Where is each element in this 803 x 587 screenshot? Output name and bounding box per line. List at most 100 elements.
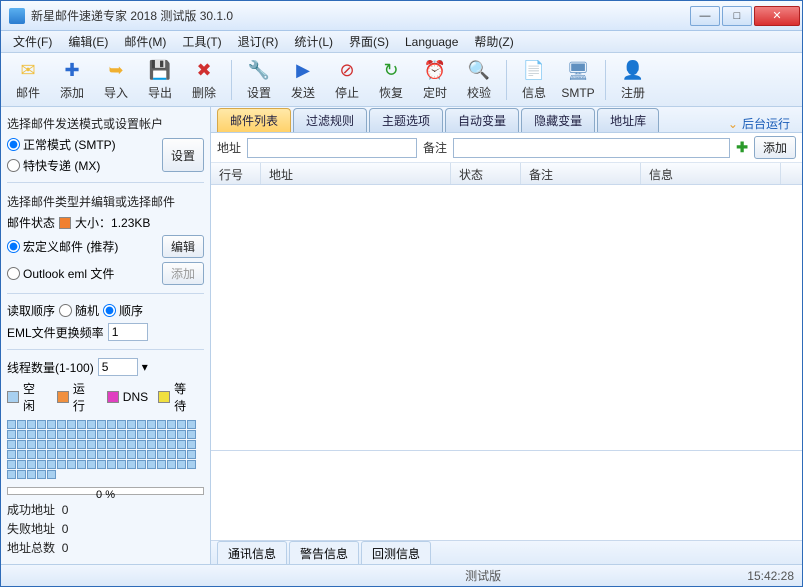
mode-title: 选择邮件发送模式或设置帐户: [7, 115, 204, 132]
timer-icon: ⏰: [423, 58, 447, 82]
menu-item[interactable]: 帮助(Z): [468, 31, 519, 52]
remark-label: 备注: [423, 139, 447, 156]
legend-swatch: [158, 391, 170, 403]
plus-icon[interactable]: ✚: [736, 139, 748, 156]
add-mail-button: 添加: [162, 262, 204, 285]
bottom-tabs: 通讯信息警告信息回测信息: [211, 540, 802, 564]
sidebar: 选择邮件发送模式或设置帐户 正常模式 (SMTP) 特快专递 (MX) 设置 选…: [1, 107, 211, 564]
radio-order-random[interactable]: 随机: [59, 302, 99, 319]
tab-0[interactable]: 邮件列表: [217, 108, 291, 132]
progress-bar: 0 %: [7, 487, 204, 495]
smtp-button[interactable]: 🖥SMTP: [559, 56, 597, 104]
close-button[interactable]: ✕: [754, 6, 800, 26]
tab-row: 邮件列表过滤规则主题选项自动变量隐藏变量地址库 ⌄ 后台运行: [211, 107, 802, 133]
chevron-down-icon: ⌄: [728, 117, 738, 131]
background-run-link[interactable]: ⌄ 后台运行: [728, 115, 790, 132]
minimize-button[interactable]: —: [690, 6, 720, 26]
address-input[interactable]: [247, 138, 417, 158]
column-header[interactable]: 备注: [521, 163, 641, 184]
read-order-label: 读取顺序: [7, 302, 55, 319]
timer-button[interactable]: ⏰定时: [416, 56, 454, 104]
verify-icon: 🔍: [467, 58, 491, 82]
app-window: 新星邮件速递专家 2018 测试版 30.1.0 — □ ✕ 文件(F)编辑(E…: [0, 0, 803, 587]
settings-icon: 🔧: [247, 58, 271, 82]
verify-button[interactable]: 🔍校验: [460, 56, 498, 104]
import-button[interactable]: ➥导入: [97, 56, 135, 104]
column-header[interactable]: 行号: [211, 163, 261, 184]
thread-count-input[interactable]: [98, 358, 138, 376]
radio-mode-mx[interactable]: 特快专递 (MX): [7, 157, 116, 174]
legend-swatch: [7, 391, 19, 403]
thread-dropdown-icon[interactable]: ▾: [142, 360, 148, 374]
resume-icon: ↻: [379, 58, 403, 82]
bottom-tab-0[interactable]: 通讯信息: [217, 541, 287, 565]
mail-icon: ✉: [16, 58, 40, 82]
window-title: 新星邮件速递专家 2018 测试版 30.1.0: [31, 7, 690, 24]
mail-status-icon: [59, 217, 71, 229]
resume-button[interactable]: ↻恢复: [372, 56, 410, 104]
legend-swatch: [107, 391, 119, 403]
log-area[interactable]: [211, 450, 802, 540]
tab-2[interactable]: 主题选项: [369, 108, 443, 132]
stats: 成功地址 0 失败地址 0 地址总数 0: [7, 499, 204, 558]
tab-4[interactable]: 隐藏变量: [521, 108, 595, 132]
tab-3[interactable]: 自动变量: [445, 108, 519, 132]
bottom-tab-2[interactable]: 回测信息: [361, 541, 431, 565]
column-header[interactable]: 状态: [451, 163, 521, 184]
remark-input[interactable]: [453, 138, 730, 158]
mail-button[interactable]: ✉邮件: [9, 56, 47, 104]
menu-item[interactable]: 统计(L): [288, 31, 339, 52]
delete-button[interactable]: ✖删除: [185, 56, 223, 104]
info-button[interactable]: 📄信息: [515, 56, 553, 104]
main-panel: 邮件列表过滤规则主题选项自动变量隐藏变量地址库 ⌄ 后台运行 地址 备注 ✚ 添…: [211, 107, 802, 564]
column-header[interactable]: 地址: [261, 163, 451, 184]
edit-button[interactable]: 编辑: [162, 235, 204, 258]
menubar: 文件(F)编辑(E)邮件(M)工具(T)退订(R)统计(L)界面(S)Langu…: [1, 31, 802, 53]
maximize-button[interactable]: □: [722, 6, 752, 26]
menu-item[interactable]: 退订(R): [232, 31, 285, 52]
titlebar: 新星邮件速递专家 2018 测试版 30.1.0 — □ ✕: [1, 1, 802, 31]
status-time: 15:42:28: [747, 569, 794, 583]
column-header[interactable]: 信息: [641, 163, 781, 184]
table-body[interactable]: [211, 185, 802, 450]
menu-item[interactable]: 编辑(E): [62, 31, 114, 52]
stop-button[interactable]: ⊘停止: [328, 56, 366, 104]
eml-freq-input[interactable]: [108, 323, 148, 341]
menu-item[interactable]: Language: [399, 33, 464, 51]
bottom-tab-1[interactable]: 警告信息: [289, 541, 359, 565]
radio-type-macro[interactable]: 宏定义邮件 (推荐): [7, 238, 118, 255]
statusbar: 测试版 15:42:28: [1, 564, 802, 586]
app-icon: [9, 8, 25, 24]
thread-count-label: 线程数量(1-100): [7, 359, 94, 376]
export-icon: 💾: [148, 58, 172, 82]
stop-icon: ⊘: [335, 58, 359, 82]
menu-item[interactable]: 邮件(M): [118, 31, 172, 52]
send-button[interactable]: ▶发送: [284, 56, 322, 104]
tab-5[interactable]: 地址库: [597, 108, 659, 132]
settings-button[interactable]: 🔧设置: [240, 56, 278, 104]
radio-type-outlook[interactable]: Outlook eml 文件: [7, 265, 114, 282]
menu-item[interactable]: 文件(F): [7, 31, 58, 52]
eml-freq-label: EML文件更换频率: [7, 324, 104, 341]
mail-size: 大小：1.23KB: [75, 214, 150, 231]
register-button[interactable]: 👤注册: [614, 56, 652, 104]
add-address-button[interactable]: 添加: [754, 136, 796, 159]
add-button[interactable]: ✚添加: [53, 56, 91, 104]
send-icon: ▶: [291, 58, 315, 82]
register-icon: 👤: [621, 58, 645, 82]
table-header: 行号地址状态备注信息: [211, 163, 802, 185]
toolbar: ✉邮件✚添加➥导入💾导出✖删除 🔧设置▶发送⊘停止↻恢复⏰定时🔍校验 📄信息🖥SMT…: [1, 53, 802, 107]
import-icon: ➥: [104, 58, 128, 82]
radio-mode-smtp[interactable]: 正常模式 (SMTP): [7, 136, 116, 153]
address-input-row: 地址 备注 ✚ 添加: [211, 133, 802, 163]
export-button[interactable]: 💾导出: [141, 56, 179, 104]
tab-1[interactable]: 过滤规则: [293, 108, 367, 132]
settings-button[interactable]: 设置: [162, 138, 204, 172]
smtp-icon: 🖥: [566, 60, 590, 84]
legend-swatch: [57, 391, 69, 403]
addr-label: 地址: [217, 139, 241, 156]
menu-item[interactable]: 界面(S): [343, 31, 395, 52]
menu-item[interactable]: 工具(T): [176, 31, 227, 52]
radio-order-seq[interactable]: 顺序: [103, 302, 143, 319]
mail-status-label: 邮件状态: [7, 214, 55, 231]
